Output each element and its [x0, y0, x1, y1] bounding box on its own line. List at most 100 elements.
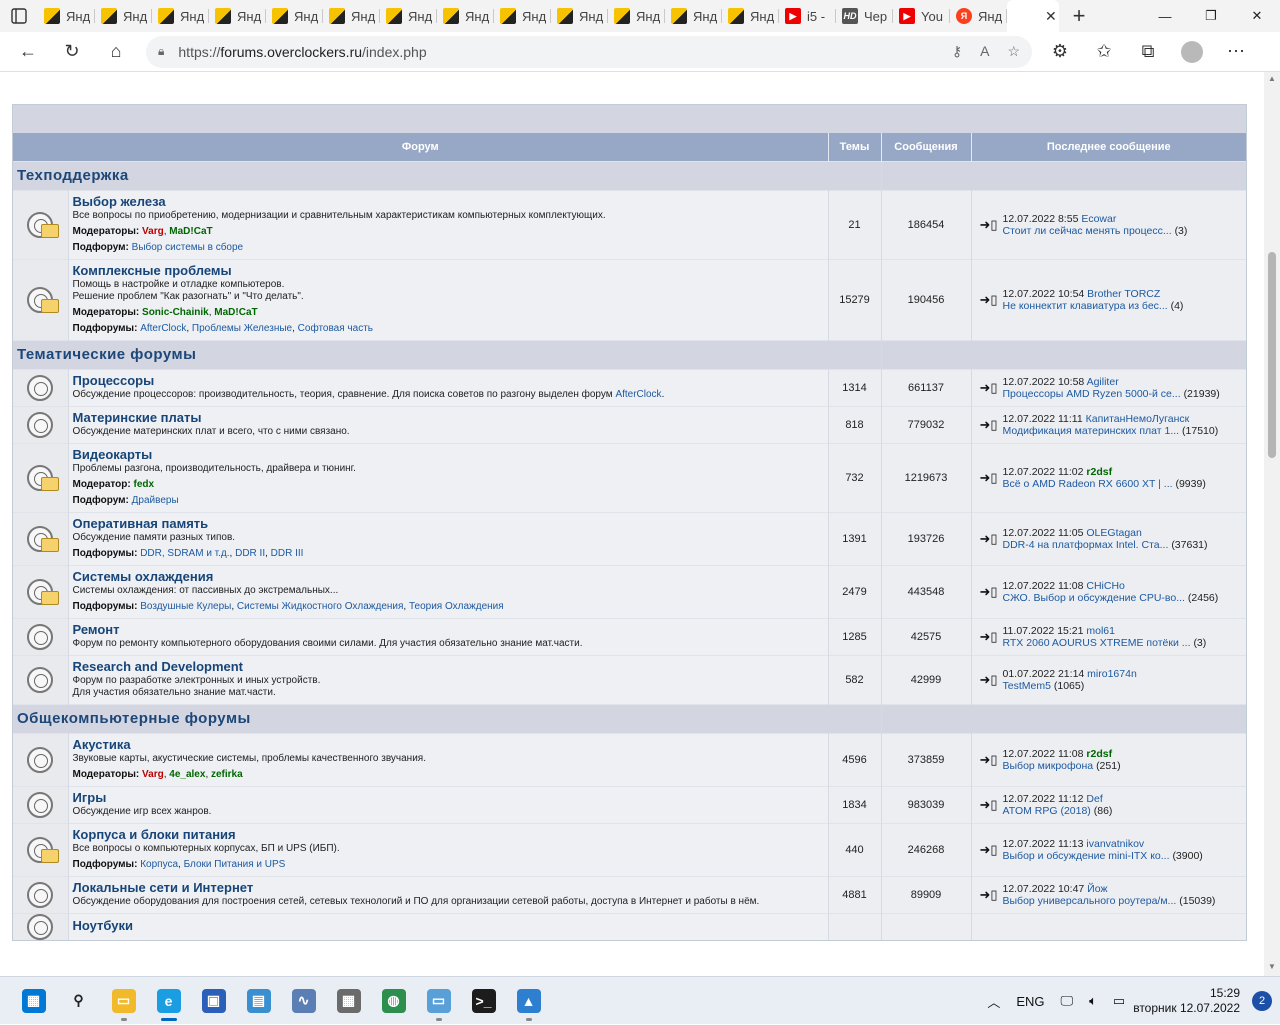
forum-title-link[interactable]: Research and Development: [73, 659, 824, 675]
last-post-topic[interactable]: Стоит ли сейчас менять процесс...: [1003, 225, 1172, 237]
last-post-topic[interactable]: Модификация материнских плат 1...: [1003, 425, 1180, 437]
go-to-last-post-icon[interactable]: ➜▯: [980, 381, 1000, 394]
forum-title-link[interactable]: Ноутбуки: [73, 918, 824, 934]
browser-tab[interactable]: Янд: [494, 0, 551, 32]
last-post-topic[interactable]: Выбор микрофона: [1003, 760, 1094, 772]
browser-tab[interactable]: Янд: [95, 0, 152, 32]
scroll-down-icon[interactable]: ▼: [1264, 962, 1280, 974]
browser-tab[interactable]: Янд: [665, 0, 722, 32]
extensions-button[interactable]: ⚙: [1038, 34, 1082, 70]
go-to-last-post-icon[interactable]: ➜▯: [980, 471, 1000, 484]
subforum-link[interactable]: Драйверы: [132, 495, 179, 506]
collections-button[interactable]: ⧉: [1126, 34, 1170, 70]
subforum-link[interactable]: Софтовая часть: [298, 323, 373, 334]
close-tab-icon[interactable]: ✕: [1045, 8, 1057, 25]
last-post-author[interactable]: Def: [1086, 793, 1102, 805]
browser-tab[interactable]: ▶ i5 -: [779, 0, 836, 32]
show-hidden-icons-icon[interactable]: ︿: [987, 992, 1000, 1011]
taskbar-calculator-button[interactable]: ▦: [327, 981, 371, 1021]
taskbar-start-button[interactable]: ▦: [12, 981, 56, 1021]
go-to-last-post-icon[interactable]: ➜▯: [980, 630, 1000, 643]
last-post-topic[interactable]: Не коннектит клавиатура из бес...: [1003, 300, 1168, 312]
subforum-link[interactable]: DDR, SDRAM и т.д.: [140, 548, 229, 559]
taskbar-network-button[interactable]: ◍: [372, 981, 416, 1021]
last-post-author[interactable]: ivanvatnikov: [1086, 838, 1144, 850]
last-post-author[interactable]: CHiCHo: [1086, 580, 1125, 592]
last-post-author[interactable]: OLEGtagan: [1086, 527, 1141, 539]
taskbar-edge-button[interactable]: e: [147, 981, 191, 1021]
profile-avatar[interactable]: [1181, 40, 1203, 63]
last-post-topic[interactable]: Выбор универсального роутера/м...: [1003, 895, 1177, 907]
last-post-author[interactable]: mol61: [1086, 625, 1115, 637]
category-title[interactable]: Техподдержка: [13, 167, 129, 184]
forum-title-link[interactable]: Корпуса и блоки питания: [73, 827, 824, 843]
last-post-author[interactable]: Agiliter: [1087, 376, 1119, 388]
last-post-topic[interactable]: DDR-4 на платформах Intel. Ста...: [1003, 539, 1169, 551]
browser-tab[interactable]: Янд: [437, 0, 494, 32]
moderator-link[interactable]: zefirka: [211, 769, 243, 780]
favorites-button[interactable]: ✩: [1082, 34, 1126, 70]
page-scrollbar[interactable]: ▲ ▼: [1264, 72, 1280, 976]
last-post-topic[interactable]: TestMem5: [1003, 680, 1051, 692]
go-to-last-post-icon[interactable]: ➜▯: [980, 293, 1000, 306]
network-tray-icon[interactable]: 🖵︎: [1061, 993, 1074, 1009]
go-to-last-post-icon[interactable]: ➜▯: [980, 888, 1000, 901]
go-to-last-post-icon[interactable]: ➜▯: [980, 673, 1000, 686]
home-button[interactable]: ⌂: [94, 34, 138, 70]
scrollbar-thumb[interactable]: [1268, 252, 1276, 458]
browser-tab[interactable]: Янд: [266, 0, 323, 32]
forum-title-link[interactable]: Видеокарты: [73, 447, 824, 463]
subforum-link[interactable]: Проблемы Железные: [192, 323, 292, 334]
subforum-link[interactable]: AfterClock: [140, 323, 186, 334]
last-post-topic[interactable]: Процессоры AMD Ryzen 5000-й се...: [1003, 388, 1181, 400]
clock[interactable]: 15:29 вторник 12.07.2022: [1133, 986, 1240, 1016]
taskbar-performance-monitor-button[interactable]: ∿: [282, 981, 326, 1021]
forum-title-link[interactable]: Материнские платы: [73, 410, 824, 426]
browser-tab[interactable]: Янд: [608, 0, 665, 32]
subforum-link[interactable]: Корпуса: [140, 859, 178, 870]
browser-tab[interactable]: Янд: [209, 0, 266, 32]
add-favorite-icon[interactable]: ☆: [1007, 43, 1020, 60]
taskbar-file-explorer-button[interactable]: ▭: [102, 981, 146, 1021]
refresh-button[interactable]: ↻: [50, 34, 94, 70]
last-post-topic[interactable]: Выбор и обсуждение mini-ITX ко...: [1003, 850, 1170, 862]
more-menu-button[interactable]: ⋯: [1214, 34, 1258, 70]
battery-icon[interactable]: ▭: [1113, 993, 1125, 1009]
browser-tab[interactable]: ▶ You: [893, 0, 950, 32]
moderator-link[interactable]: fedx: [133, 479, 154, 490]
browser-tab[interactable]: Янд: [323, 0, 380, 32]
browser-tab[interactable]: Я Янд: [950, 0, 1007, 32]
browser-tab[interactable]: HD Чер: [836, 0, 893, 32]
last-post-topic[interactable]: Всё о AMD Radeon RX 6600 XT | ...: [1003, 478, 1173, 490]
new-tab-button[interactable]: +: [1059, 0, 1099, 32]
go-to-last-post-icon[interactable]: ➜▯: [980, 418, 1000, 431]
subforum-link[interactable]: Выбор системы в сборе: [132, 242, 243, 253]
browser-tab[interactable]: Янд: [722, 0, 779, 32]
key-icon[interactable]: ⚷: [952, 43, 962, 60]
forum-title-link[interactable]: Оперативная память: [73, 516, 824, 532]
moderator-link[interactable]: Varg: [142, 226, 164, 237]
go-to-last-post-icon[interactable]: ➜▯: [980, 218, 1000, 231]
minimize-button[interactable]: —: [1142, 0, 1188, 32]
last-post-author[interactable]: r2dsf: [1086, 748, 1112, 760]
forum-description-link[interactable]: AfterClock: [615, 389, 661, 400]
forum-title-link[interactable]: Локальные сети и Интернет: [73, 880, 824, 896]
forum-title-link[interactable]: Процессоры: [73, 373, 824, 389]
address-bar[interactable]: 🔒︎ https://forums.overclockers.ru/index.…: [146, 35, 1032, 68]
moderator-link[interactable]: MaD!CaT: [214, 307, 257, 318]
tab-active-overclockers[interactable]: ◠ ✕: [1007, 0, 1059, 32]
last-post-author[interactable]: Йож: [1087, 883, 1107, 895]
category-title[interactable]: Тематические форумы: [13, 346, 196, 363]
subforum-link[interactable]: Блоки Питания и UPS: [184, 859, 286, 870]
notification-badge[interactable]: 2: [1252, 991, 1272, 1011]
forum-title-link[interactable]: Выбор железа: [73, 194, 824, 210]
taskbar-store-button[interactable]: ▣: [192, 981, 236, 1021]
browser-tab[interactable]: Янд: [380, 0, 437, 32]
browser-tab[interactable]: Янд: [551, 0, 608, 32]
moderator-link[interactable]: Varg: [142, 769, 164, 780]
last-post-topic[interactable]: СЖО. Выбор и обсуждение CPU-во...: [1003, 592, 1185, 604]
subforum-link[interactable]: Воздушные Кулеры: [140, 601, 231, 612]
last-post-author[interactable]: miro1674n: [1087, 668, 1137, 680]
last-post-topic[interactable]: ATOM RPG (2018): [1003, 805, 1091, 817]
browser-tab[interactable]: Янд: [38, 0, 95, 32]
